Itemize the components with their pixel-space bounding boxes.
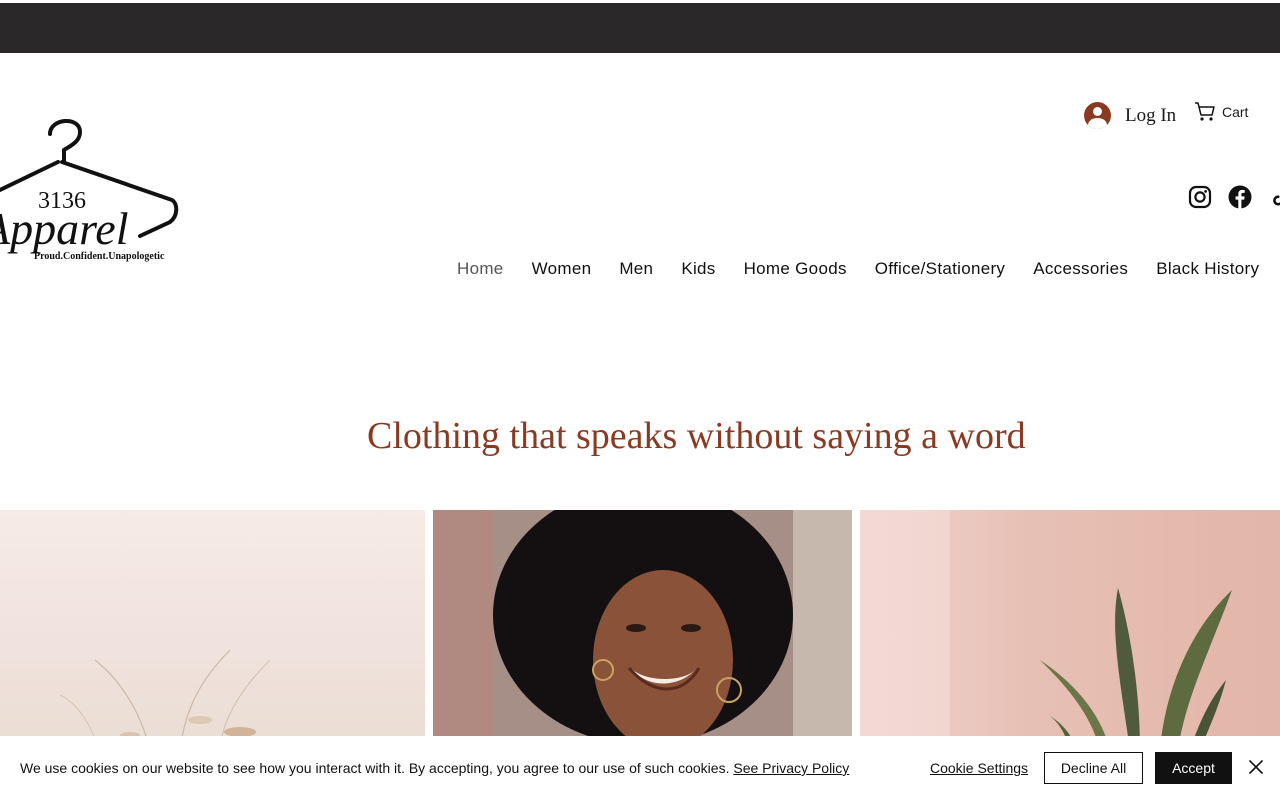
decline-all-button[interactable]: Decline All	[1044, 752, 1143, 784]
nav-item-women[interactable]: Women	[518, 257, 606, 281]
login-button[interactable]: Log In	[1084, 102, 1176, 129]
top-announcement-bar	[0, 3, 1280, 53]
user-avatar-icon	[1084, 102, 1111, 129]
nav-item-kids[interactable]: Kids	[667, 257, 729, 281]
social-links	[1188, 185, 1280, 209]
brand-logo[interactable]: 3136 Apparel Proud.Confident.Unapologeti…	[0, 112, 180, 272]
nav-item-men[interactable]: Men	[605, 257, 667, 281]
cart-label: Cart	[1222, 104, 1249, 120]
hero-headline: Clothing that speaks without saying a wo…	[367, 415, 1026, 457]
accept-button[interactable]: Accept	[1155, 752, 1232, 784]
gallery-image-dried-grass[interactable]	[0, 510, 425, 750]
logo-tagline: Proud.Confident.Unapologetic	[34, 251, 165, 262]
cart-button[interactable]: Cart	[1194, 102, 1248, 122]
main-nav: Home Women Men Kids Home Goods Office/St…	[443, 257, 1273, 281]
cookie-settings-link[interactable]: Cookie Settings	[930, 760, 1028, 776]
gallery-image-smiling-woman[interactable]	[433, 510, 852, 750]
nav-item-home-goods[interactable]: Home Goods	[730, 257, 861, 281]
nav-item-black-history[interactable]: Black History	[1142, 257, 1273, 281]
cookie-message: We use cookies on our website to see how…	[20, 760, 849, 776]
logo-wordmark: Apparel	[0, 203, 129, 254]
nav-item-office-stationery[interactable]: Office/Stationery	[861, 257, 1019, 281]
cookie-message-text: We use cookies on our website to see how…	[20, 760, 730, 776]
smiling-woman-photo	[433, 510, 852, 750]
login-label: Log In	[1125, 104, 1177, 126]
nav-item-home[interactable]: Home	[443, 257, 518, 281]
dried-grass-photo	[59, 649, 271, 750]
instagram-icon[interactable]	[1188, 185, 1212, 209]
gallery-image-snake-plant[interactable]	[860, 510, 1280, 750]
tiktok-icon[interactable]	[1268, 185, 1280, 209]
privacy-policy-link[interactable]: See Privacy Policy	[733, 760, 849, 776]
snake-plant-photo	[860, 510, 1232, 750]
cart-icon	[1195, 102, 1215, 121]
nav-item-accessories[interactable]: Accessories	[1019, 257, 1142, 281]
facebook-icon[interactable]	[1228, 185, 1252, 209]
close-icon[interactable]	[1246, 757, 1266, 777]
